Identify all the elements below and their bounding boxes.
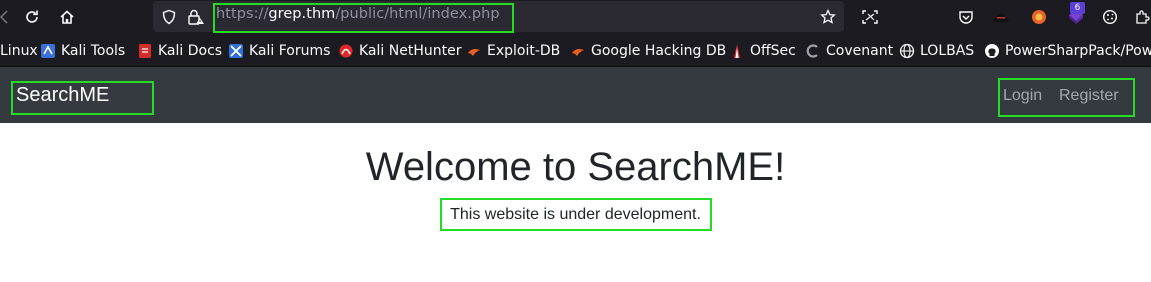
- nethunter-icon: [338, 43, 354, 59]
- hat-icon[interactable]: [990, 0, 1012, 33]
- bookmark-label: LOLBAS: [920, 42, 975, 59]
- bookmark-label: Covenant: [826, 42, 894, 59]
- nav-login-link[interactable]: Login: [1003, 87, 1042, 105]
- bookmark-star-icon[interactable]: [818, 1, 838, 32]
- lock-icon[interactable]: [185, 1, 207, 32]
- bookmark-kali-forums[interactable]: Kali Forums: [228, 35, 330, 66]
- kali-forums-icon: [228, 43, 244, 59]
- covenant-icon: [805, 43, 821, 59]
- back-icon[interactable]: [0, 0, 8, 33]
- nav-register-link[interactable]: Register: [1059, 87, 1119, 105]
- bookmark-covenant[interactable]: Covenant: [805, 35, 893, 66]
- site-brand[interactable]: SearchME: [16, 84, 109, 107]
- github-icon: [984, 43, 1000, 59]
- url-text[interactable]: https://grep.thm/public/html/index.php: [216, 6, 500, 22]
- bookmark-powersharppack[interactable]: PowerSharpPack/Pow...: [984, 35, 1151, 66]
- bookmark-exploit-db[interactable]: Exploit-DB: [466, 35, 560, 66]
- bookmark-google-hacking-db[interactable]: Google Hacking DB: [570, 35, 726, 66]
- offsec-icon: [729, 43, 745, 59]
- bookmark-label: Kali Docs: [158, 42, 223, 59]
- bookmark-offsec[interactable]: OffSec: [729, 35, 796, 66]
- bookmark-linux[interactable]: Linux: [0, 35, 38, 66]
- bookmark-label: Exploit-DB: [487, 42, 561, 59]
- pocket-icon[interactable]: [956, 0, 976, 33]
- bookmark-label: Linux: [0, 42, 38, 59]
- bookmarks-bar: Linux Kali Tools Kali Docs Kali Forums K…: [0, 35, 1151, 67]
- reload-icon[interactable]: [22, 0, 42, 33]
- page-heading: Welcome to SearchME!: [365, 145, 786, 189]
- home-icon[interactable]: [57, 0, 77, 33]
- globe-icon: [899, 43, 915, 59]
- kali-docs-icon: [137, 43, 153, 59]
- bookmark-kali-nethunter[interactable]: Kali NetHunter: [338, 35, 461, 66]
- bookmark-kali-tools[interactable]: Kali Tools: [40, 35, 125, 66]
- bookmark-label: Kali Forums: [249, 42, 331, 59]
- ghdb-icon: [570, 43, 586, 59]
- bookmark-label: Kali NetHunter: [359, 42, 462, 59]
- bookmark-lolbas[interactable]: LOLBAS: [899, 35, 974, 66]
- kali-tools-icon: [40, 43, 56, 59]
- extension-icon[interactable]: [1028, 0, 1050, 33]
- exploit-db-icon: [466, 43, 482, 59]
- bookmark-label: PowerSharpPack/Pow...: [1005, 42, 1151, 59]
- browser-toolbar: https://grep.thm/public/html/index.php 6: [0, 0, 1151, 35]
- bookmark-label: Kali Tools: [61, 42, 126, 59]
- bookmark-label: Google Hacking DB: [591, 42, 727, 59]
- site-navbar: SearchME Login Register: [0, 67, 1151, 123]
- bookmark-kali-docs[interactable]: Kali Docs: [137, 35, 222, 66]
- cookie-icon[interactable]: [1100, 0, 1120, 33]
- screenshot-icon[interactable]: [858, 0, 882, 33]
- puzzle-extension-icon[interactable]: [1133, 0, 1151, 33]
- bookmark-label: OffSec: [750, 42, 796, 59]
- extension-badge-count: 6: [1070, 2, 1085, 14]
- shield-icon[interactable]: [159, 1, 179, 32]
- page-lead-text: This website is under development.: [450, 206, 701, 223]
